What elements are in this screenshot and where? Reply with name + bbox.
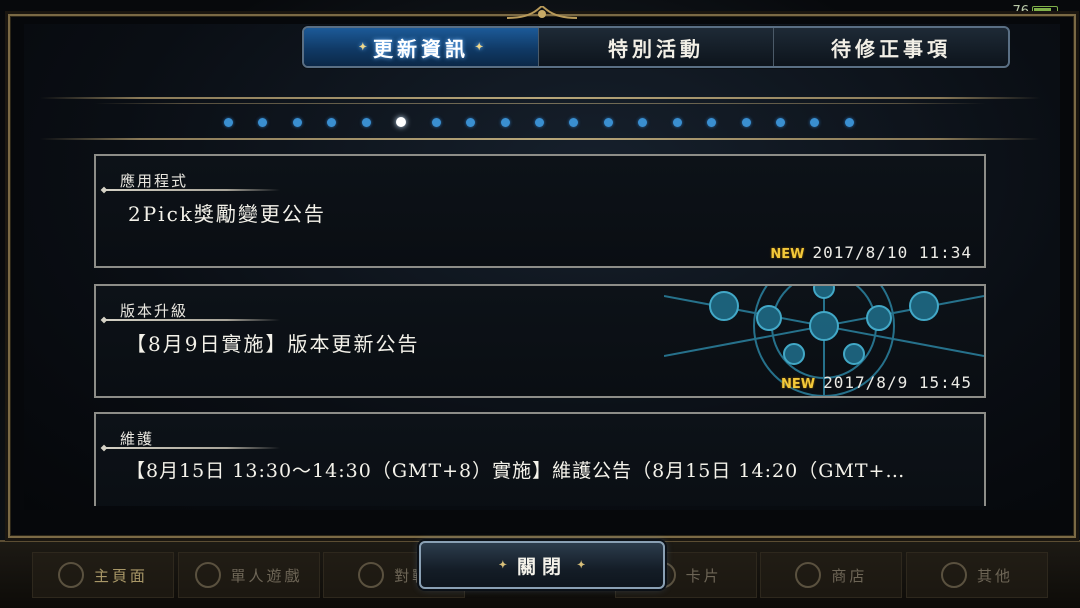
- page-dot[interactable]: [741, 117, 751, 127]
- news-category: 維護: [120, 430, 155, 448]
- close-button[interactable]: ✦ 關閉 ✦: [419, 541, 665, 589]
- tab-events[interactable]: 特別活動: [539, 28, 774, 66]
- home-icon: [57, 562, 84, 588]
- tab-updates[interactable]: ✦ 更新資訊 ✦: [304, 28, 539, 66]
- tab-known-issues[interactable]: 待修正事項: [774, 28, 1008, 66]
- page-dot[interactable]: [292, 117, 302, 127]
- nav-home: 主頁面: [31, 552, 174, 598]
- news-category: 版本升級: [120, 302, 189, 320]
- shop-icon: [795, 562, 822, 588]
- tab-updates-label: 更新資訊: [373, 36, 469, 61]
- page-dot[interactable]: [361, 117, 371, 127]
- page-dot[interactable]: [776, 117, 785, 127]
- divider-top: [40, 97, 1040, 99]
- page-dot[interactable]: [638, 117, 648, 127]
- new-badge: NEW: [770, 247, 805, 262]
- news-meta: NEW 2017/8/9 15:45: [781, 373, 972, 392]
- page-dot[interactable]: [327, 117, 337, 127]
- star-icon: ✦: [577, 559, 586, 571]
- news-meta: NEW 2017/8/10 11:34: [770, 243, 972, 262]
- page-dot[interactable]: [500, 117, 510, 127]
- page-dot[interactable]: [431, 117, 441, 127]
- tab-events-label: 特別活動: [608, 36, 704, 61]
- category-underline: [102, 447, 280, 449]
- star-icon: ✦: [475, 41, 484, 53]
- page-dot[interactable]: [258, 117, 268, 127]
- news-item[interactable]: 維護 【8月15日 13:30～14:30（GMT+8）實施】維護公告（8月15…: [94, 412, 986, 506]
- sword-icon: [194, 562, 221, 588]
- news-category: 應用程式: [120, 172, 189, 190]
- new-badge: NEW: [781, 377, 816, 392]
- category-underline: [102, 319, 280, 321]
- news-timestamp: 2017/8/9 15:45: [823, 373, 972, 392]
- page-dot[interactable]: [466, 117, 476, 127]
- nav-shop-label: 商店: [831, 566, 868, 585]
- news-item[interactable]: 應用程式 2Pick獎勵變更公告 NEW 2017/8/10 11:34: [94, 154, 986, 268]
- page-dot-active[interactable]: [396, 117, 407, 127]
- page-indicator: [224, 116, 854, 128]
- page-dot[interactable]: [672, 117, 682, 127]
- page-dot[interactable]: [844, 117, 854, 127]
- divider-bottom: [40, 138, 1040, 140]
- nav-other-label: 其他: [977, 566, 1014, 585]
- menu-icon: [941, 562, 968, 588]
- nav-cards-label: 卡片: [685, 566, 722, 585]
- top-ornament-icon: [507, 6, 577, 19]
- news-title: 【8月9日實施】版本更新公告: [126, 332, 420, 356]
- nav-shop: 商店: [760, 552, 903, 598]
- star-icon: ✦: [358, 41, 367, 53]
- crossed-swords-icon: [358, 562, 385, 588]
- tab-bar: ✦ 更新資訊 ✦ 特別活動 待修正事項: [302, 26, 1010, 68]
- tab-known-issues-label: 待修正事項: [831, 36, 951, 61]
- news-title: 【8月15日 13:30～14:30（GMT+8）實施】維護公告（8月15日 1…: [126, 460, 906, 482]
- page-dot[interactable]: [707, 117, 717, 127]
- nav-home-label: 主頁面: [93, 566, 148, 585]
- page-dot[interactable]: [569, 117, 579, 127]
- news-timestamp: 2017/8/10 11:34: [812, 243, 972, 262]
- nav-other: 其他: [906, 552, 1049, 598]
- news-title: 2Pick獎勵變更公告: [128, 202, 326, 226]
- page-dot[interactable]: [810, 117, 820, 127]
- news-list: 應用程式 2Pick獎勵變更公告 NEW 2017/8/10 11:34 版本升…: [94, 154, 986, 506]
- page-dot[interactable]: [224, 117, 233, 127]
- category-underline: [102, 189, 280, 191]
- star-icon: ✦: [498, 559, 507, 571]
- news-item[interactable]: 版本升級 【8月9日實施】版本更新公告 NEW 2017/8/9 15:45: [94, 284, 986, 398]
- page-dot[interactable]: [603, 117, 613, 127]
- divider-top-inner: [94, 103, 986, 104]
- nav-solo-label: 單人遊戲: [230, 566, 303, 585]
- close-button-label: 關閉: [516, 555, 567, 578]
- nav-solo: 單人遊戲: [177, 552, 320, 598]
- page-dot[interactable]: [534, 117, 544, 127]
